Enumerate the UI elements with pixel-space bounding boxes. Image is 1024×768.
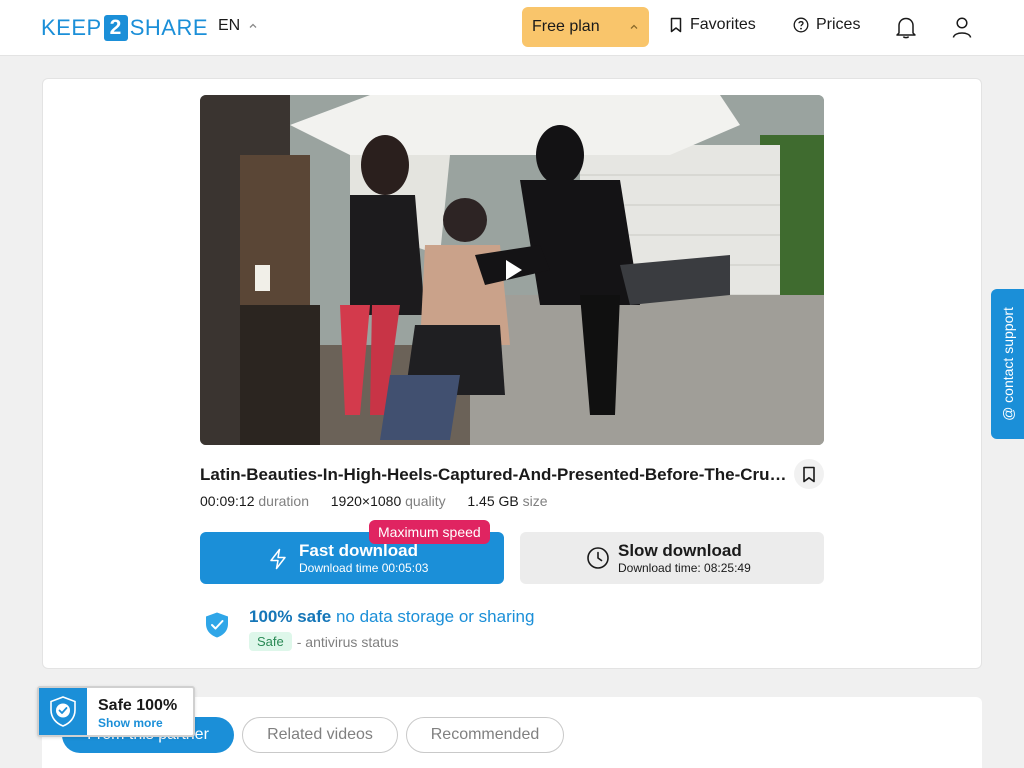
max-speed-badge: Maximum speed	[369, 520, 490, 544]
shield-badge	[39, 688, 87, 735]
prices-link[interactable]: Prices	[793, 16, 860, 34]
chevron-up-icon	[630, 24, 638, 29]
chevron-up-icon	[249, 23, 257, 28]
bookmark-icon	[803, 466, 815, 482]
safety-headline: 100% safe no data storage or sharing	[249, 607, 534, 627]
tab-recommended[interactable]: Recommended	[406, 717, 564, 753]
size-value: 1.45 GB	[467, 493, 519, 509]
safe-widget-link[interactable]: Show more	[98, 716, 163, 730]
free-plan-button[interactable]: Free plan	[522, 7, 649, 47]
duration-label: duration	[258, 493, 309, 509]
user-icon[interactable]	[951, 15, 973, 39]
site-logo[interactable]: KEEP 2 SHARE	[41, 15, 208, 41]
video-meta: 00:09:12 duration 1920×1080 quality 1.45…	[200, 493, 548, 509]
size-label: size	[522, 493, 548, 509]
lightning-icon	[270, 548, 286, 570]
logo-text-left: KEEP	[41, 15, 102, 40]
language-selector[interactable]: EN	[218, 17, 258, 35]
safety-strong: 100% safe	[249, 607, 332, 626]
favorites-label: Favorites	[690, 16, 756, 33]
fast-download-time: Download time 00:05:03	[299, 561, 429, 575]
title-row: Latin-Beauties-In-High-Heels-Captured-An…	[200, 459, 824, 489]
contact-support-tab[interactable]: @ contact support	[991, 289, 1024, 439]
language-label: EN	[218, 17, 241, 34]
slow-download-button[interactable]: Slow download Download time: 08:25:49	[520, 532, 824, 584]
help-circle-icon	[793, 17, 809, 33]
safe-pill: Safe	[249, 632, 292, 651]
quality-value: 1920×1080	[330, 493, 402, 509]
slow-download-time: Download time: 08:25:49	[618, 561, 751, 575]
safety-rest: no data storage or sharing	[335, 607, 535, 626]
bookmark-icon	[670, 17, 682, 33]
antivirus-status: Safe - antivirus status	[249, 632, 399, 651]
duration-value: 00:09:12	[200, 493, 255, 509]
prices-label: Prices	[816, 16, 861, 33]
top-header: KEEP 2 SHARE EN Free plan Favorites Pric…	[0, 0, 1024, 56]
video-preview[interactable]	[200, 95, 824, 445]
bell-icon[interactable]	[895, 15, 917, 39]
quality-label: quality	[405, 493, 446, 509]
clock-icon	[587, 547, 609, 569]
logo-text-right: SHARE	[129, 15, 208, 40]
fast-download-label: Fast download	[299, 541, 418, 560]
add-to-favorites-button[interactable]	[794, 459, 824, 489]
antivirus-status-text: - antivirus status	[296, 633, 399, 650]
tab-related-videos[interactable]: Related videos	[242, 717, 398, 753]
slow-download-label: Slow download	[618, 541, 742, 560]
shield-check-icon	[206, 612, 228, 638]
safe-badge-widget[interactable]: Safe 100% Show more	[37, 686, 195, 737]
logo-text-mid: 2	[103, 15, 128, 41]
favorites-link[interactable]: Favorites	[669, 16, 756, 34]
video-title: Latin-Beauties-In-High-Heels-Captured-An…	[200, 465, 792, 484]
video-thumbnail	[200, 95, 824, 445]
plan-label: Free plan	[532, 18, 600, 35]
safe-widget-title: Safe 100%	[98, 697, 178, 714]
shield-check-icon	[50, 695, 76, 727]
contact-support-label: @ contact support	[999, 307, 1016, 421]
